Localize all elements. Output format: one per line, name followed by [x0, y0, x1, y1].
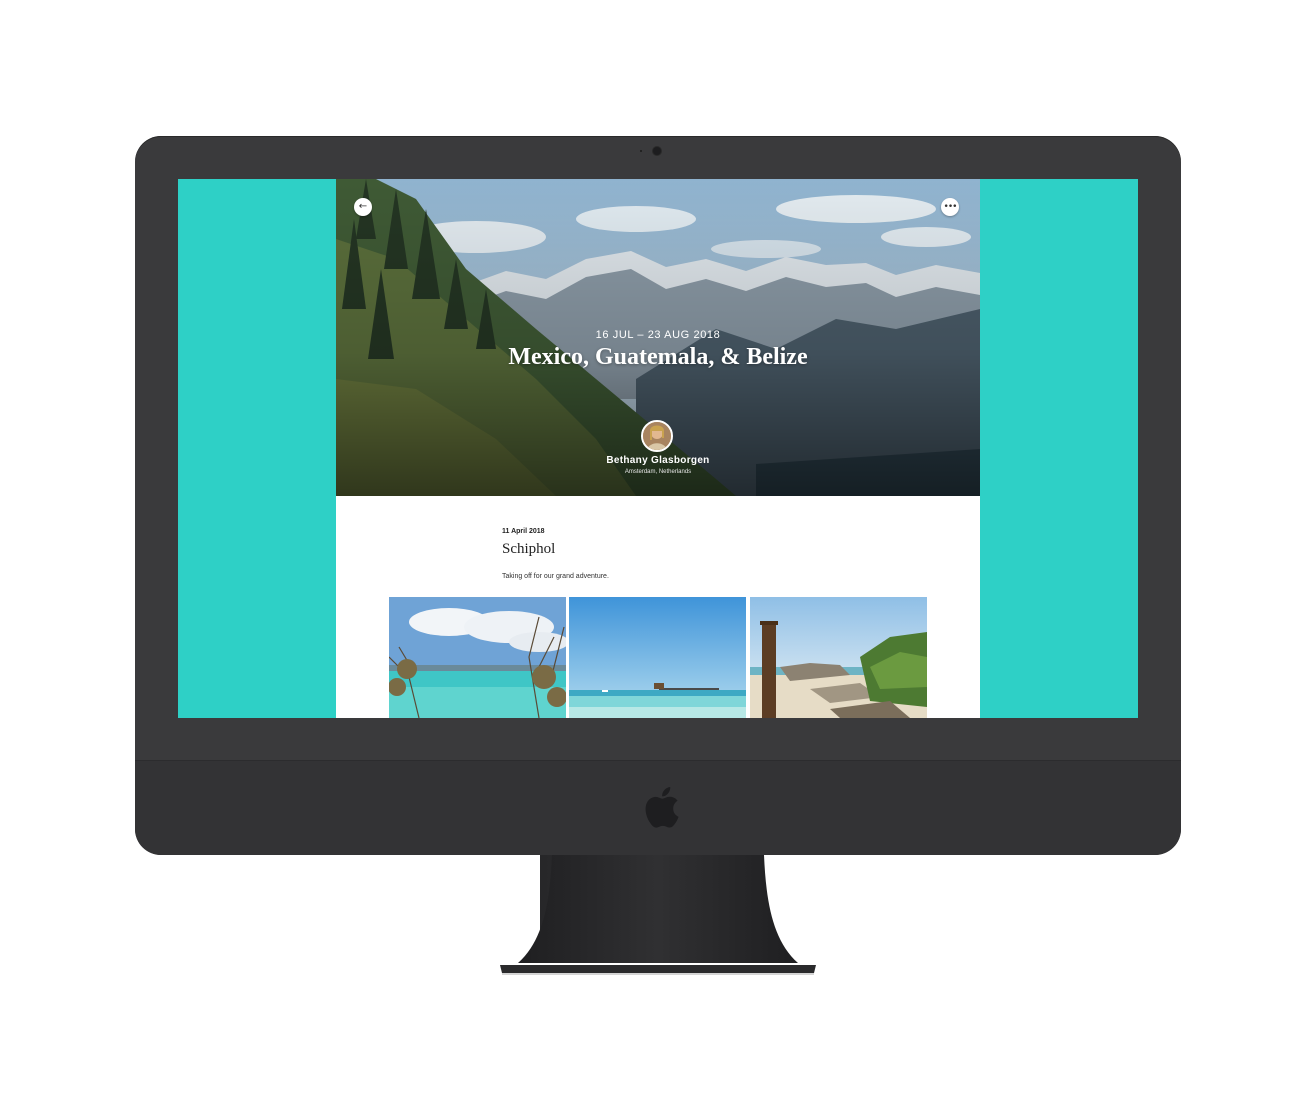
entry-title: Schiphol: [502, 541, 556, 557]
trip-title: Mexico, Guatemala, & Belize: [508, 344, 808, 370]
beach-rocks-photo[interactable]: [750, 597, 927, 718]
author-name: Bethany Glasborgen: [606, 455, 710, 466]
author-location: Amsterdam, Netherlands: [624, 469, 692, 475]
entry-text: Taking off for our grand adventure.: [502, 573, 609, 580]
hero-banner: ← ••• 16 JUL – 23 AUG 2018 Mexico, Guate…: [336, 179, 980, 496]
beach-pier-photo[interactable]: [569, 597, 746, 718]
camera-icon: [653, 147, 661, 155]
trip-page: ← ••• 16 JUL – 23 AUG 2018 Mexico, Guate…: [336, 179, 980, 718]
stand-base: [500, 855, 816, 975]
trip-dates: 16 JUL – 23 AUG 2018: [595, 329, 721, 341]
sensor-dot: [640, 150, 642, 152]
back-button[interactable]: ←: [354, 198, 372, 216]
more-options-button[interactable]: •••: [941, 198, 959, 216]
entry-date: 11 April 2018: [502, 528, 545, 535]
apple-logo-icon: [645, 787, 679, 828]
beach-lagoon-photo[interactable]: [389, 597, 566, 718]
screen: ← ••• 16 JUL – 23 AUG 2018 Mexico, Guate…: [178, 179, 1138, 718]
author-avatar[interactable]: [641, 420, 673, 452]
